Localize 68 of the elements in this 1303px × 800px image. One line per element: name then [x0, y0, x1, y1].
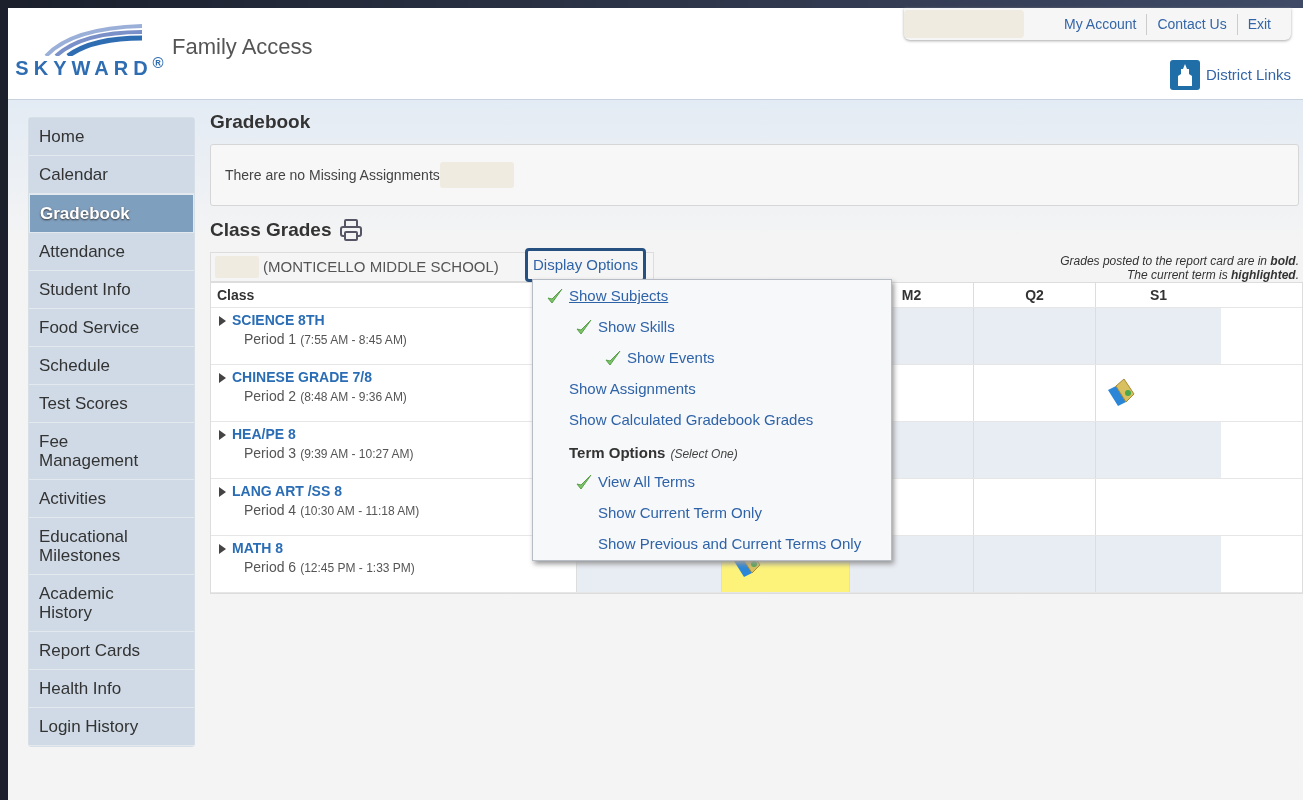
period-time: (12:45 PM - 1:33 PM) [300, 560, 415, 577]
period-time: (8:48 AM - 9:36 AM) [300, 389, 407, 406]
sidebar-item[interactable]: Fee Management [29, 423, 194, 480]
menu-option[interactable]: Show Calculated Gradebook Grades [569, 409, 814, 432]
expand-arrow-icon[interactable] [219, 544, 226, 554]
legend-note: The current term is highlighted. [1126, 268, 1299, 282]
app-title: Family Access [172, 33, 313, 61]
column-header: S1 [1149, 285, 1168, 305]
column-header: Q2 [1025, 285, 1044, 305]
term-options-heading: Term Options [569, 443, 666, 463]
period-label: Period 4 [244, 501, 297, 520]
sidebar-item[interactable]: Attendance [29, 233, 194, 271]
class-name-link[interactable]: MATH 8 [232, 540, 415, 557]
expand-arrow-icon[interactable] [219, 487, 226, 497]
column-header: M2 [901, 285, 922, 305]
checkmark-icon [547, 288, 563, 305]
class-name-link[interactable]: HEA/PE 8 [232, 426, 414, 443]
expand-arrow-icon[interactable] [219, 430, 226, 440]
menu-option[interactable]: Show Previous and Current Terms Only [598, 533, 862, 556]
menu-option[interactable]: Show Current Term Only [598, 502, 762, 525]
class-name-link[interactable]: SCIENCE 8TH [232, 312, 407, 329]
checkmark-icon [576, 319, 592, 336]
period-label: Period 1 [244, 330, 297, 349]
sidebar-item[interactable]: Health Info [29, 670, 194, 708]
district-links[interactable]: District Links [1206, 63, 1291, 87]
sidebar-item[interactable]: Report Cards [29, 632, 194, 670]
logo-arcs-icon [42, 22, 142, 56]
menu-option[interactable]: Show Events [627, 347, 715, 370]
menu-option[interactable]: Show Subjects [569, 285, 669, 308]
school-name: (MONTICELLO MIDDLE SCHOOL) [263, 256, 499, 277]
display-options-button[interactable]: Display Options [525, 248, 647, 282]
period-time: (7:55 AM - 8:45 AM) [300, 332, 407, 349]
sidebar-item[interactable]: Home [29, 118, 194, 156]
notice-text: There are no Missing Assignments [225, 165, 440, 185]
column-header: Class [217, 285, 255, 305]
checkmark-icon [605, 350, 621, 367]
sidebar-item[interactable]: Activities [29, 480, 194, 518]
menu-option[interactable]: Show Assignments [569, 378, 696, 401]
printer-icon[interactable] [339, 218, 364, 242]
period-time: (10:30 AM - 11:18 AM) [300, 503, 420, 520]
class-name-link[interactable]: CHINESE GRADE 7/8 [232, 369, 407, 386]
top-link[interactable]: Exit [1236, 13, 1281, 35]
period-label: Period 6 [244, 558, 297, 577]
sidebar-item[interactable]: Educational Milestones [29, 518, 194, 575]
period-label: Period 2 [244, 387, 297, 406]
sidebar-item[interactable]: Schedule [29, 347, 194, 385]
sidebar-item[interactable]: Login History [29, 708, 194, 746]
expand-arrow-icon[interactable] [219, 373, 226, 383]
menu-option[interactable]: View All Terms [598, 471, 695, 494]
term-options-note: (Select One) [670, 446, 738, 463]
period-label: Period 3 [244, 444, 297, 463]
period-time: (9:39 AM - 10:27 AM) [300, 446, 414, 463]
sidebar-item[interactable]: Student Info [29, 271, 194, 309]
top-link[interactable]: My Account [1054, 13, 1147, 35]
sidebar-item[interactable]: Academic History [29, 575, 194, 632]
legend-note: Grades posted to the report card are in bold. [1060, 254, 1299, 268]
checkmark-icon [576, 474, 592, 491]
logo-wordmark: SKYWARD$^{®}$ [15, 58, 169, 78]
section-title: Class Grades [210, 217, 332, 242]
page-title: Gradebook [210, 109, 311, 134]
menu-option[interactable]: Show Skills [598, 316, 675, 339]
sidebar-item[interactable]: Test Scores [29, 385, 194, 423]
sidebar-item[interactable]: Calendar [29, 156, 194, 194]
top-link[interactable]: Contact Us [1146, 13, 1237, 35]
expand-arrow-icon[interactable] [219, 316, 226, 326]
class-name-link[interactable]: LANG ART /SS 8 [232, 483, 420, 500]
sidebar-item[interactable]: Food Service [29, 309, 194, 347]
building-icon [1170, 60, 1200, 90]
